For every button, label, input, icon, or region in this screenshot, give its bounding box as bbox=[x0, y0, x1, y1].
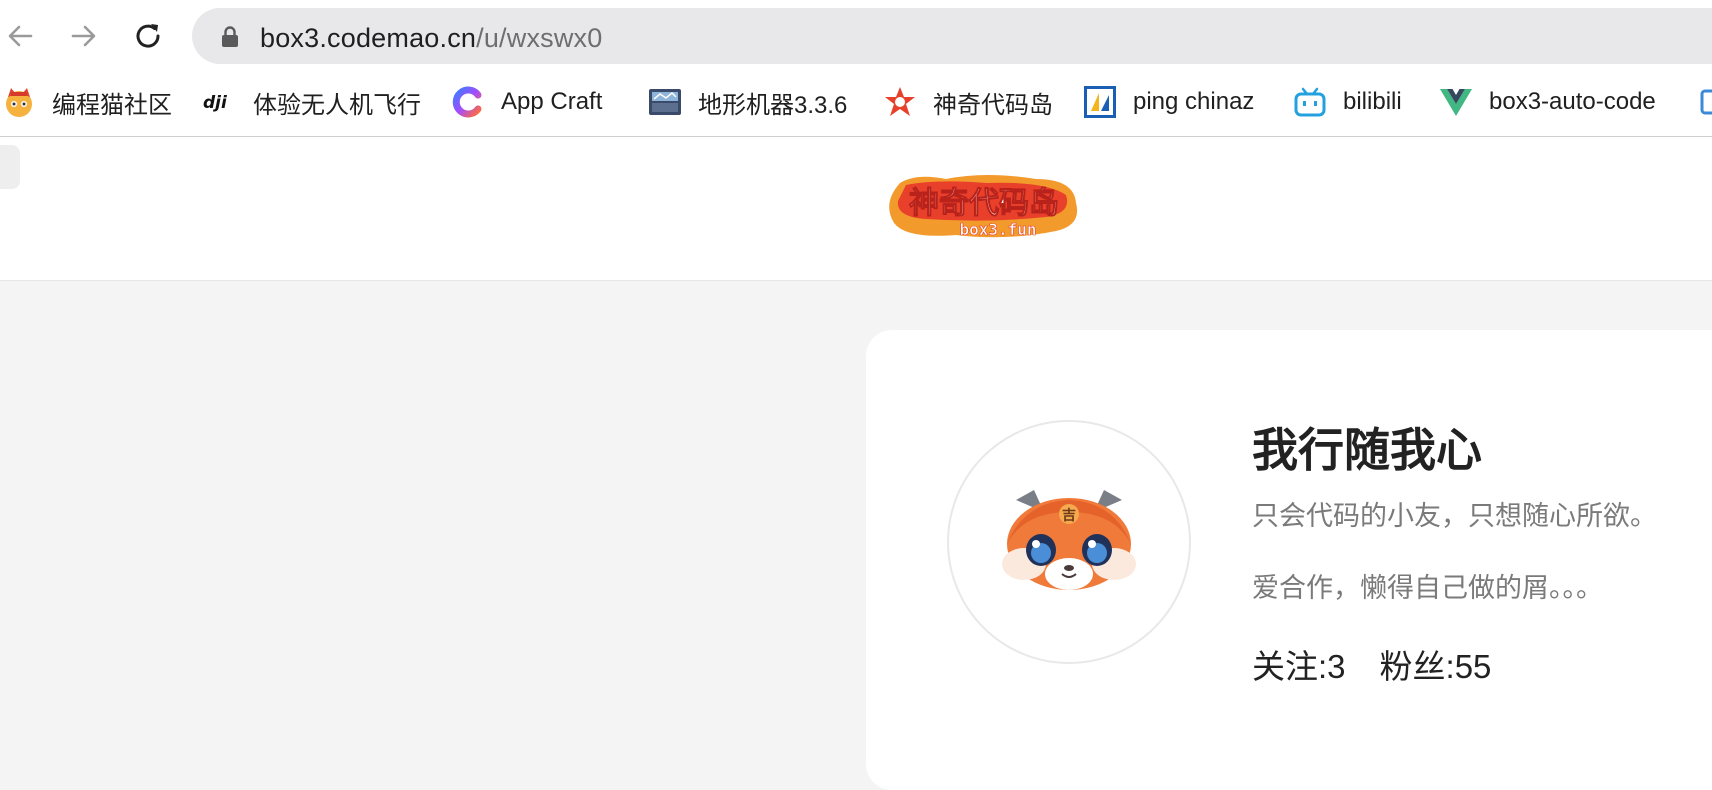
arrow-left-icon bbox=[8, 25, 33, 47]
url-path: /u/wxswx0 bbox=[476, 23, 603, 53]
dji-icon: dji bbox=[203, 85, 237, 119]
side-tab[interactable] bbox=[0, 145, 20, 189]
app-craft-icon bbox=[451, 85, 485, 119]
fox-avatar-image: 吉 bbox=[1002, 490, 1136, 590]
browser-toolbar: box3.codemao.cn/u/wxswx0 bbox=[0, 0, 1712, 70]
logo-title: 神奇代码岛 bbox=[909, 186, 1059, 221]
chinaz-icon bbox=[1083, 85, 1117, 119]
following-count: 3 bbox=[1327, 648, 1346, 685]
bookmark-label: bilibili bbox=[1343, 88, 1402, 115]
following-stat[interactable]: 关注:3 bbox=[1252, 648, 1346, 685]
followers-label: 粉丝: bbox=[1379, 648, 1455, 685]
url-text[interactable]: box3.codemao.cn/u/wxswx0 bbox=[260, 23, 602, 54]
reload-icon bbox=[136, 24, 160, 48]
arrow-right-icon bbox=[71, 25, 96, 47]
site-header: 神奇代码岛 box3.fun bbox=[0, 137, 1712, 281]
bookmark-label: App Craft bbox=[501, 88, 603, 115]
bookmark-box3-auto-code[interactable]: box3-auto-code bbox=[1439, 82, 1656, 122]
bookmark-label: ping chinaz bbox=[1133, 88, 1255, 115]
profile-card: 吉 我行随我心 只会代码的小友，只想随心所欲。 爱合作，懒得自己做的屑。。。 关… bbox=[866, 330, 1712, 790]
bookmark-overflow[interactable] bbox=[1700, 82, 1712, 122]
avatar[interactable]: 吉 bbox=[947, 420, 1191, 664]
following-label: 关注: bbox=[1252, 648, 1328, 685]
codemao-community-icon bbox=[2, 85, 36, 119]
back-button[interactable] bbox=[0, 16, 40, 56]
box3-logo-image: 神奇代码岛 box3.fun bbox=[889, 175, 1078, 239]
bookmark-label: 神奇代码岛 bbox=[933, 91, 1053, 119]
profile-bio-line-2: 爱合作，懒得自己做的屑。。。 bbox=[1252, 573, 1603, 603]
bookmark-app-craft[interactable]: App Craft bbox=[451, 82, 602, 122]
svg-text:dji: dji bbox=[203, 93, 228, 112]
address-bar[interactable]: box3.codemao.cn/u/wxswx0 bbox=[192, 8, 1712, 64]
bookmark-box3[interactable]: 神奇代码岛 bbox=[883, 82, 1053, 122]
profile-stats: 关注:3 粉丝:55 bbox=[1252, 640, 1491, 688]
bookmark-bilibili[interactable]: bilibili bbox=[1293, 82, 1402, 122]
lock-icon[interactable] bbox=[220, 26, 240, 48]
bookmarks-bar: 编程猫社区 dji 体验无人机飞行 App Craft 地形机器3.3.6 神奇… bbox=[0, 70, 1712, 137]
reload-button[interactable] bbox=[128, 16, 168, 56]
bookmark-label: 编程猫社区 bbox=[52, 91, 172, 119]
forward-button[interactable] bbox=[64, 16, 104, 56]
vue-icon bbox=[1439, 85, 1473, 119]
url-host: box3.codemao.cn bbox=[260, 23, 477, 53]
profile-username: 我行随我心 bbox=[1252, 424, 1482, 476]
bookmark-dji[interactable]: dji 体验无人机飞行 bbox=[203, 82, 421, 122]
bookmark-label: 地形机器3.3.6 bbox=[698, 91, 848, 119]
bookmark-terrain-machine[interactable]: 地形机器3.3.6 bbox=[648, 82, 847, 122]
bookmark-icon bbox=[1700, 85, 1712, 119]
box3-star-icon bbox=[883, 85, 917, 119]
bookmark-codemao-community[interactable]: 编程猫社区 bbox=[2, 82, 172, 122]
bilibili-icon bbox=[1293, 85, 1327, 119]
logo-subtitle: box3.fun bbox=[959, 220, 1036, 239]
bookmark-label: 体验无人机飞行 bbox=[253, 91, 421, 119]
followers-count: 55 bbox=[1454, 648, 1492, 685]
terrain-machine-icon bbox=[648, 85, 682, 119]
box3-logo[interactable]: 神奇代码岛 box3.fun bbox=[886, 173, 1082, 248]
svg-text:吉: 吉 bbox=[1062, 507, 1076, 524]
followers-stat[interactable]: 粉丝:55 bbox=[1380, 648, 1492, 685]
profile-bio-line-1: 只会代码的小友，只想随心所欲。 bbox=[1252, 501, 1657, 531]
bookmark-label: box3-auto-code bbox=[1489, 88, 1656, 115]
bookmark-ping-chinaz[interactable]: ping chinaz bbox=[1083, 82, 1254, 122]
